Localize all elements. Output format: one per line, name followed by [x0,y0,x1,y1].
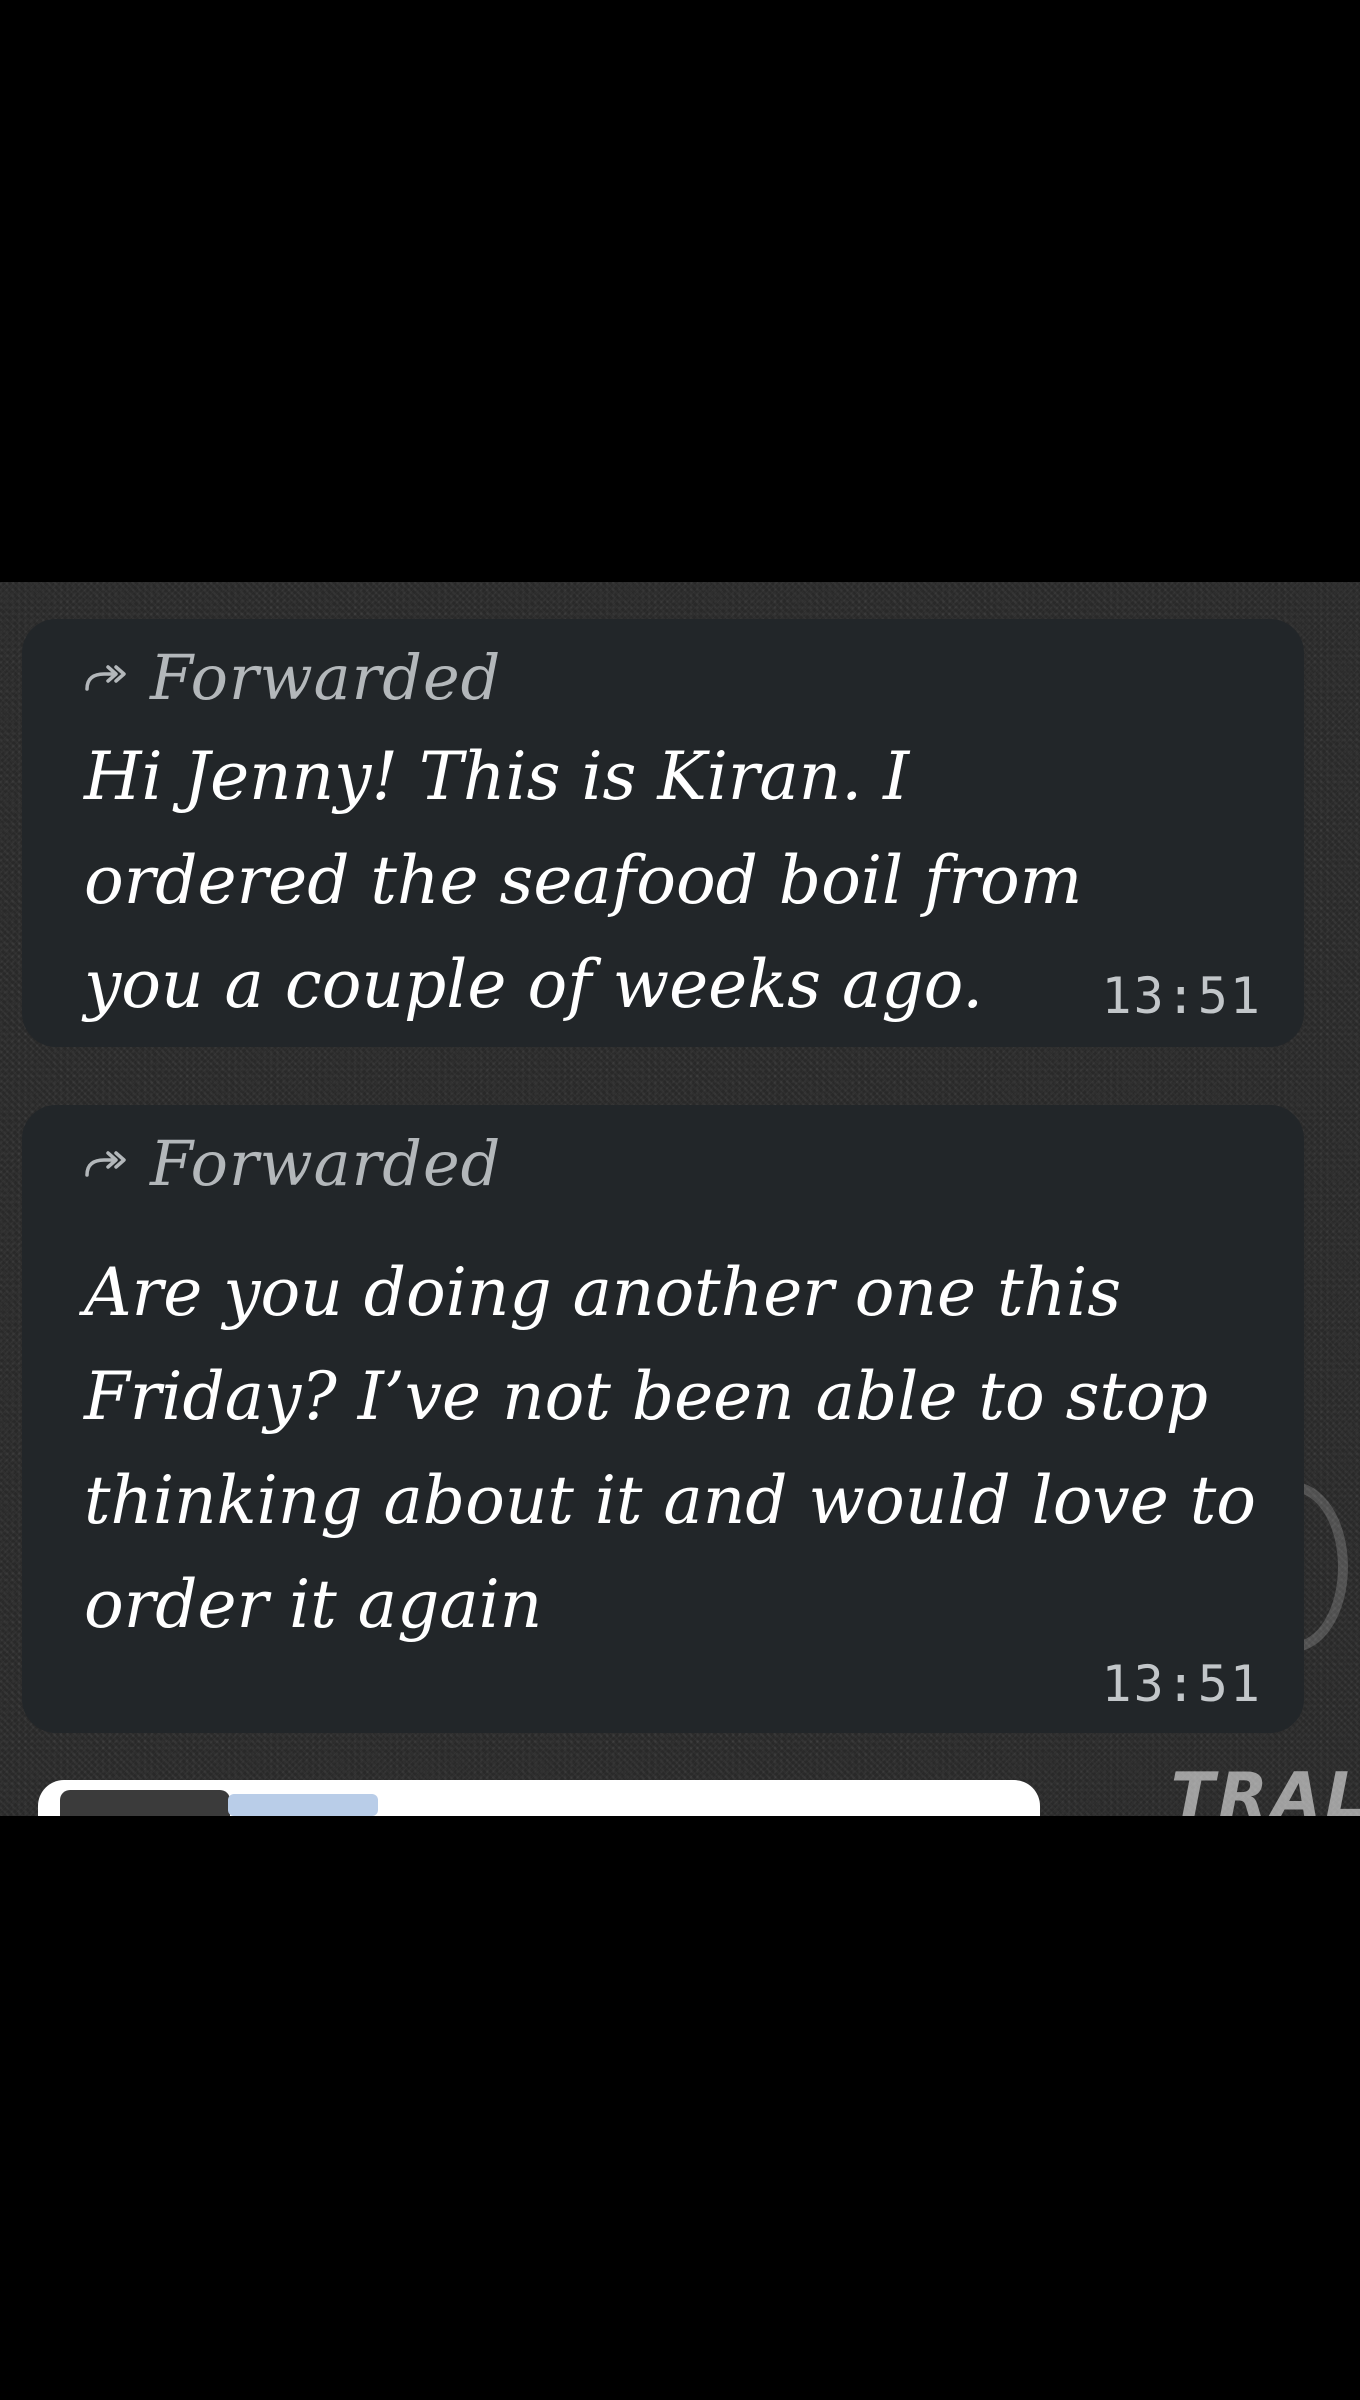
forwarded-label: Forwarded [150,640,502,714]
message-bubble[interactable]: Forwarded Hi Jenny! This is Kiran. I ord… [22,619,1304,1047]
forwarded-indicator: Forwarded [84,637,1262,717]
message-timestamp: 13:51 [1101,1655,1262,1713]
message-timestamp: 13:51 [1101,967,1262,1025]
forwarded-label: Forwarded [150,1126,502,1200]
message-text: Are you doing another one this Friday? I… [84,1254,1257,1643]
sender-name-placeholder [228,1794,378,1816]
forwarded-indicator: Forwarded [84,1123,1262,1203]
chat-screenshot: TRAL Forwarded Hi Jenny! This is Kiran. … [0,582,1360,1816]
message-bubble[interactable]: Forwarded Are you doing another one this… [22,1105,1304,1733]
next-message-card[interactable] [38,1780,1040,1816]
forward-arrow-icon [85,665,126,691]
forward-arrow-icon [85,1151,126,1177]
wallpaper-text: TRAL [1170,1760,1360,1816]
message-text: Hi Jenny! This is Kiran. I ordered the s… [84,738,1083,1023]
avatar [60,1790,230,1816]
